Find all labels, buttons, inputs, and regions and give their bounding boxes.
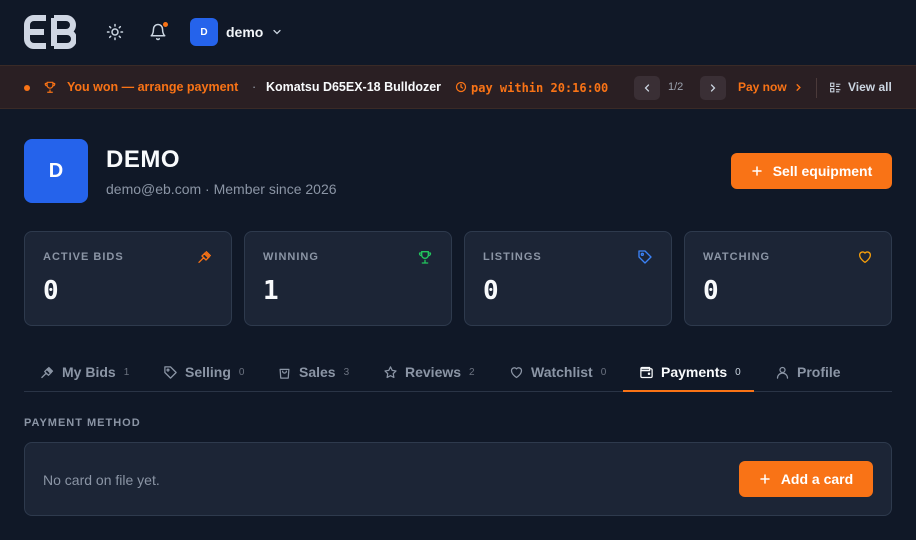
tab-count: 1 xyxy=(123,366,130,378)
alert-dot xyxy=(24,85,30,91)
chevron-right-icon xyxy=(796,83,801,91)
tab-my-bids[interactable]: My Bids 1 xyxy=(40,352,129,392)
pay-now-link[interactable]: Pay now xyxy=(738,80,804,94)
stat-value: 0 xyxy=(703,276,719,306)
banner-separator: · xyxy=(252,80,257,94)
tab-label: My Bids xyxy=(62,364,116,380)
banner-divider xyxy=(816,78,817,98)
trophy-icon xyxy=(418,251,432,264)
profile-meta: demo@eb.com · Member since 2026 xyxy=(106,181,337,197)
won-auction-banner: You won — arrange payment · Komatsu D65E… xyxy=(0,65,916,109)
tab-label: Profile xyxy=(797,364,841,380)
tab-reviews[interactable]: Reviews 2 xyxy=(383,352,475,392)
plus-icon xyxy=(751,166,762,176)
chevron-down-icon xyxy=(273,29,281,35)
star-icon xyxy=(384,365,397,378)
theme-toggle-button[interactable] xyxy=(104,21,126,43)
user-menu-button[interactable]: D demo xyxy=(190,18,283,46)
profile-tabs: My Bids 1 Selling 0 Sales 3 Reviews 2 Wa… xyxy=(24,352,892,392)
user-name: demo xyxy=(226,24,264,40)
tag-icon xyxy=(164,365,177,379)
sell-equipment-label: Sell equipment xyxy=(772,163,873,179)
tab-label: Selling xyxy=(185,364,231,380)
active-tab-indicator xyxy=(623,390,754,392)
stat-label: WATCHING xyxy=(703,251,771,263)
view-all-label: View all xyxy=(848,80,892,94)
stat-card-listings: LISTINGS 0 xyxy=(464,231,672,326)
tab-label: Payments xyxy=(661,364,728,380)
banner-next-button[interactable] xyxy=(700,76,726,100)
stat-label: ACTIVE BIDS xyxy=(43,251,124,263)
brand-logo[interactable] xyxy=(24,15,76,49)
user-avatar: D xyxy=(190,18,218,46)
payment-method-card: No card on file yet. Add a card xyxy=(24,442,892,516)
shopping-bag-icon xyxy=(279,368,290,379)
payment-countdown: pay within 20:16:00 xyxy=(471,81,609,95)
tab-sales[interactable]: Sales 3 xyxy=(277,352,349,392)
banner-message: You won — arrange payment xyxy=(67,80,239,94)
trophy-icon xyxy=(44,81,56,93)
tab-payments[interactable]: Payments 0 xyxy=(639,352,741,392)
wallet-icon xyxy=(640,366,653,378)
sun-icon xyxy=(106,23,124,41)
tab-profile[interactable]: Profile xyxy=(775,352,841,392)
clock-icon xyxy=(455,81,467,93)
chevron-left-icon xyxy=(644,84,650,92)
stat-value: 0 xyxy=(43,276,59,306)
stat-label: LISTINGS xyxy=(483,251,542,263)
top-nav: D demo xyxy=(0,0,916,64)
stat-value: 1 xyxy=(263,276,279,306)
banner-item-link[interactable]: Komatsu D65EX-18 Bulldozer xyxy=(266,80,441,94)
tag-icon xyxy=(638,250,652,264)
add-card-label: Add a card xyxy=(780,471,854,487)
view-all-link[interactable]: View all xyxy=(829,80,892,94)
profile-avatar: D xyxy=(24,139,88,203)
notification-dot xyxy=(163,22,168,27)
stat-card-winning: WINNING 1 xyxy=(244,231,452,326)
add-card-button[interactable]: Add a card xyxy=(739,461,873,497)
heart-icon xyxy=(859,251,871,263)
tab-watchlist[interactable]: Watchlist 0 xyxy=(509,352,606,392)
pay-now-label: Pay now xyxy=(738,80,787,94)
gavel-icon xyxy=(41,366,54,378)
tab-count: 0 xyxy=(238,366,245,378)
chevron-right-icon xyxy=(710,84,716,92)
gavel-icon xyxy=(198,251,211,263)
tab-label: Sales xyxy=(299,364,336,380)
stat-value: 0 xyxy=(483,276,499,306)
heart-icon xyxy=(510,366,523,378)
tab-label: Watchlist xyxy=(531,364,593,380)
list-icon xyxy=(830,82,841,92)
plus-icon xyxy=(760,474,770,484)
sell-equipment-button[interactable]: Sell equipment xyxy=(731,153,892,189)
stat-card-watching: WATCHING 0 xyxy=(684,231,892,326)
no-card-message: No card on file yet. xyxy=(43,472,160,488)
tab-count: 0 xyxy=(600,366,607,378)
tab-count: 2 xyxy=(469,366,475,378)
tab-count: 3 xyxy=(343,366,350,378)
tab-selling[interactable]: Selling 0 xyxy=(163,352,244,392)
banner-pager: 1/2 xyxy=(668,81,684,93)
profile-name: DEMO xyxy=(106,146,180,173)
notifications-button[interactable] xyxy=(147,21,169,43)
user-icon xyxy=(776,366,789,379)
stat-card-active-bids: ACTIVE BIDS 0 xyxy=(24,231,232,326)
stat-label: WINNING xyxy=(263,251,319,263)
banner-prev-button[interactable] xyxy=(634,76,660,100)
tab-count: 0 xyxy=(735,366,741,378)
payment-method-heading: PAYMENT METHOD xyxy=(24,417,141,429)
tab-label: Reviews xyxy=(405,364,462,380)
